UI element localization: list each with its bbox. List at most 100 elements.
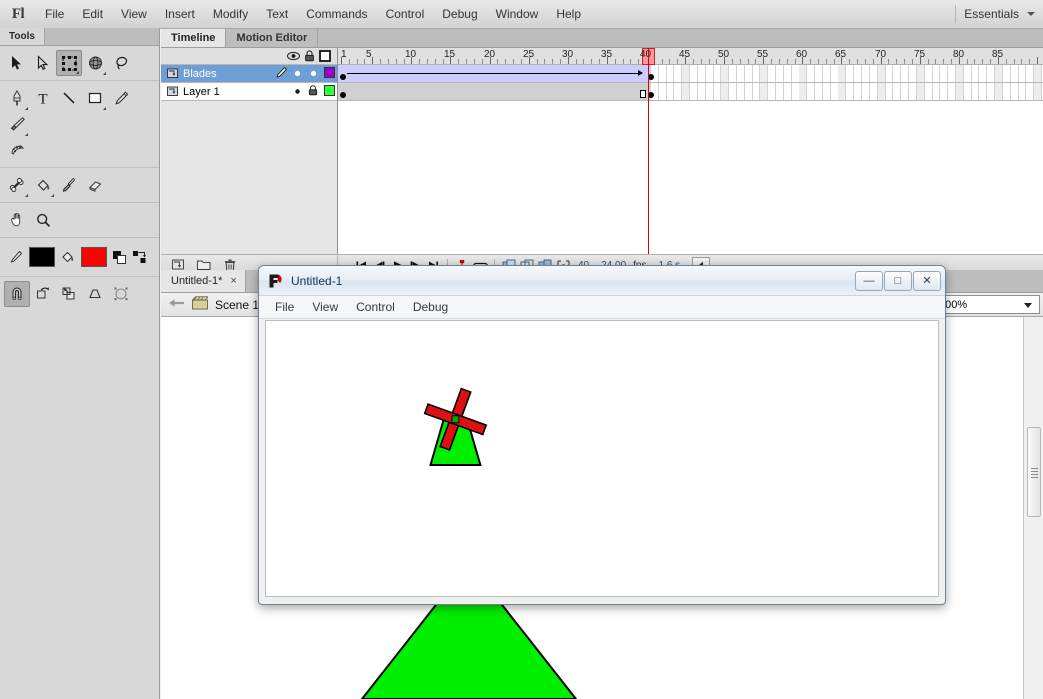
line-tool[interactable] [56, 85, 82, 111]
snap-to-objects-option[interactable] [4, 281, 30, 307]
frame-cell[interactable] [815, 83, 823, 100]
close-button[interactable]: ✕ [913, 270, 941, 291]
frame-cell[interactable] [666, 65, 674, 82]
frame-cell[interactable] [721, 65, 729, 82]
envelope-option[interactable] [108, 281, 134, 307]
frame-cell[interactable] [760, 83, 768, 100]
menu-commands[interactable]: Commands [297, 3, 376, 25]
frame-cell[interactable] [995, 65, 1003, 82]
frame-cell[interactable] [948, 83, 956, 100]
frame-cell[interactable] [932, 65, 940, 82]
frame-cell[interactable] [823, 83, 831, 100]
frame-cell[interactable] [682, 83, 690, 100]
rectangle-tool[interactable] [82, 85, 108, 111]
frame-cell[interactable] [807, 65, 815, 82]
player-menu-control[interactable]: Control [347, 298, 404, 316]
eye-icon[interactable] [285, 51, 301, 61]
selection-tool[interactable] [4, 50, 30, 76]
layer-visibility-toggle[interactable] [289, 68, 305, 80]
chevron-down-icon[interactable] [1027, 12, 1035, 16]
zoom-level-select[interactable]: 100% [933, 295, 1040, 314]
chevron-down-icon[interactable] [1024, 303, 1032, 308]
frame-cell[interactable] [948, 65, 956, 82]
frame-cell[interactable] [698, 83, 706, 100]
frame-cell[interactable] [940, 65, 948, 82]
frame-cell[interactable] [838, 83, 846, 100]
frame-cell[interactable] [698, 65, 706, 82]
layer-outline-color-blades[interactable] [321, 66, 337, 81]
static-frame-span[interactable] [338, 83, 651, 100]
frame-cell[interactable] [674, 83, 682, 100]
frame-cell[interactable] [823, 65, 831, 82]
frame-cell[interactable] [784, 65, 792, 82]
rotate-option[interactable] [30, 281, 56, 307]
frame-cell[interactable] [862, 83, 870, 100]
frame-cell[interactable] [901, 83, 909, 100]
frame-cell[interactable] [1034, 83, 1042, 100]
frame-cell[interactable] [768, 65, 776, 82]
tool-submenu-indicator-icon[interactable] [103, 104, 106, 110]
layer-outline-color-layer-1[interactable] [321, 84, 337, 99]
frame-cell[interactable] [752, 65, 760, 82]
free-transform-tool[interactable] [56, 50, 82, 76]
frame-cell[interactable] [846, 83, 854, 100]
eraser-tool[interactable] [82, 172, 108, 198]
frame-cell[interactable] [690, 65, 698, 82]
frame-cell[interactable] [885, 83, 893, 100]
menu-text[interactable]: Text [257, 3, 297, 25]
lock-icon[interactable] [301, 50, 317, 62]
frame-cell[interactable] [1003, 65, 1011, 82]
tab-timeline[interactable]: Timeline [161, 29, 227, 47]
minimize-button[interactable]: — [855, 270, 883, 291]
fill-color-swatch[interactable] [81, 247, 107, 267]
frame-cell[interactable] [737, 65, 745, 82]
frame-cell[interactable] [971, 65, 979, 82]
menu-debug[interactable]: Debug [433, 3, 486, 25]
windmill-preview[interactable] [266, 321, 938, 596]
frame-cell[interactable] [870, 65, 878, 82]
frame-cell[interactable] [666, 83, 674, 100]
player-title-bar[interactable]: Untitled-1 — □ ✕ [259, 266, 945, 296]
frame-cell[interactable] [854, 65, 862, 82]
3d-rotation-tool[interactable] [82, 50, 108, 76]
scene-label[interactable]: Scene 1 [215, 298, 259, 312]
menu-file[interactable]: File [36, 3, 73, 25]
lasso-tool[interactable] [108, 50, 134, 76]
brush-tool[interactable] [4, 111, 30, 137]
frame-cell[interactable] [1018, 83, 1026, 100]
paint-bucket-tool[interactable] [30, 172, 56, 198]
layer-row-layer-1[interactable]: Layer 1 [161, 83, 337, 101]
frame-cell[interactable] [971, 83, 979, 100]
tool-submenu-indicator-icon[interactable] [25, 130, 28, 136]
frame-cell[interactable] [760, 65, 768, 82]
frame-cell[interactable] [979, 65, 987, 82]
frame-row-layer-1[interactable] [338, 83, 1043, 101]
frame-cell[interactable] [885, 65, 893, 82]
frame-cell[interactable] [729, 83, 737, 100]
maximize-button[interactable]: □ [884, 270, 912, 291]
tool-submenu-indicator-icon[interactable] [76, 68, 79, 74]
timeline-ruler[interactable]: 1 5 10 15 20 25 30 35 40 45 50 55 60 65 70 75 80 85 [338, 48, 1043, 65]
subselection-tool[interactable] [30, 50, 56, 76]
tab-motion-editor[interactable]: Motion Editor [226, 29, 319, 47]
menu-window[interactable]: Window [487, 3, 548, 25]
tool-submenu-indicator-icon[interactable] [25, 104, 28, 110]
menu-insert[interactable]: Insert [156, 3, 204, 25]
frame-cell[interactable] [784, 83, 792, 100]
zoom-tool[interactable] [30, 207, 56, 233]
frame-cell[interactable] [713, 83, 721, 100]
frame-cell[interactable] [713, 65, 721, 82]
frame-cell[interactable] [674, 65, 682, 82]
frame-cell[interactable] [815, 65, 823, 82]
layer-lock-toggle[interactable] [305, 68, 321, 80]
frame-cell[interactable] [987, 65, 995, 82]
frame-cell[interactable] [1026, 65, 1034, 82]
frame-cell[interactable] [940, 83, 948, 100]
menu-view[interactable]: View [112, 3, 156, 25]
frame-cell[interactable] [1026, 83, 1034, 100]
layer-lock-toggle[interactable] [305, 84, 321, 99]
menu-modify[interactable]: Modify [204, 3, 257, 25]
stroke-color-swatch[interactable] [29, 247, 55, 267]
scrollbar-thumb[interactable] [1027, 427, 1041, 517]
frame-cell[interactable] [690, 83, 698, 100]
